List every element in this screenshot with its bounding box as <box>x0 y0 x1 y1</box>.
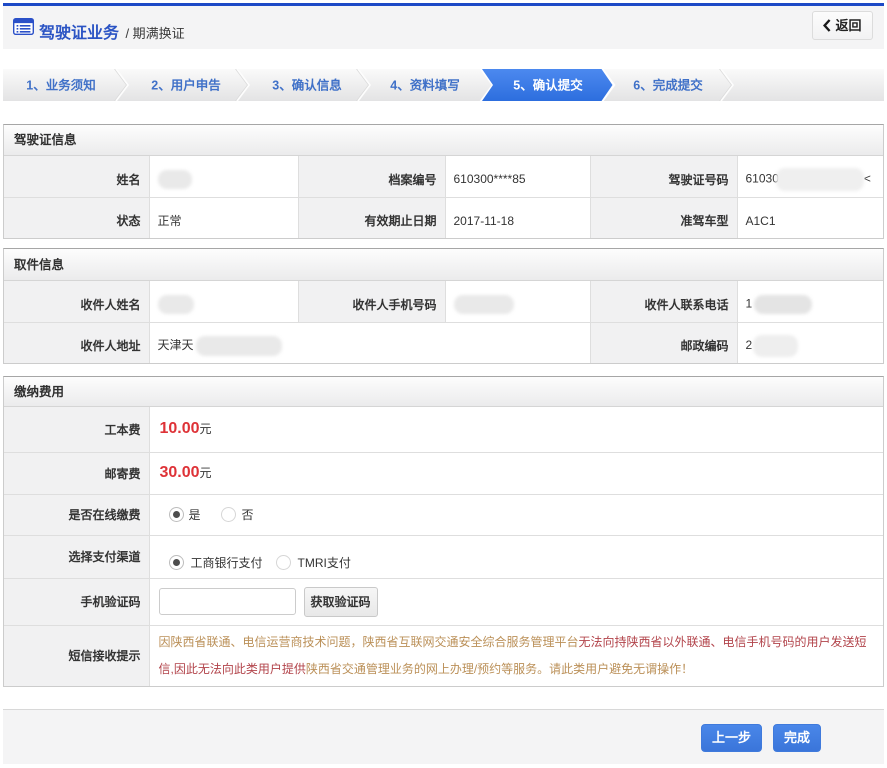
svg-text:6、完成提交: 6、完成提交 <box>633 78 703 93</box>
svg-text:3、确认信息: 3、确认信息 <box>272 78 342 93</box>
svg-text:2、用户申告: 2、用户申告 <box>151 78 221 93</box>
svg-text:1、业务须知: 1、业务须知 <box>26 78 95 93</box>
svg-text:4、资料填写: 4、资料填写 <box>390 78 459 93</box>
svg-text:5、确认提交: 5、确认提交 <box>513 78 583 93</box>
